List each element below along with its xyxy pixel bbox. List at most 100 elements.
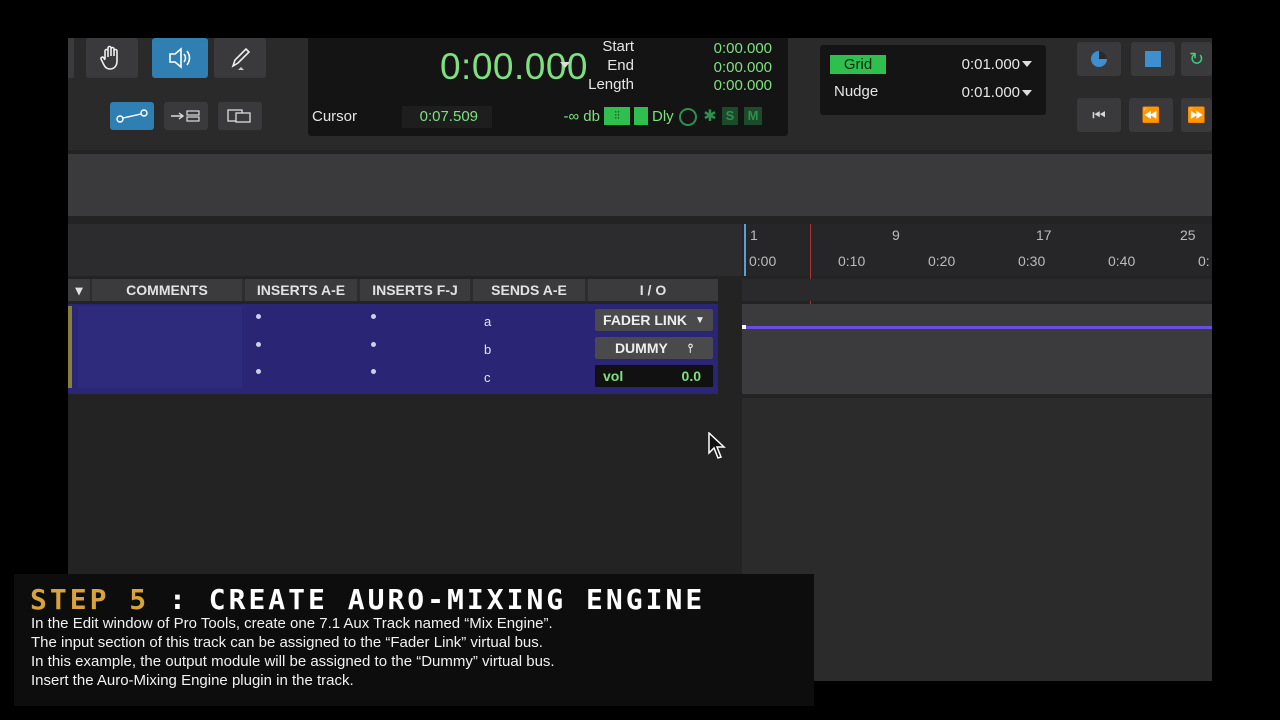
- nudge-value[interactable]: 0:01.000: [950, 84, 1020, 101]
- level-readout: -∞ db: [563, 108, 600, 125]
- timeline-header-strip: [742, 279, 1212, 301]
- insert-slot-g[interactable]: [371, 342, 376, 347]
- solo-button[interactable]: S: [722, 107, 738, 125]
- insert-slot-f[interactable]: [371, 314, 376, 319]
- insert-slot-h[interactable]: [371, 369, 376, 374]
- fast-forward-icon: ⏩: [1187, 107, 1206, 124]
- mute-button[interactable]: M: [744, 107, 762, 125]
- step-heading: STEP 5 : CREATE AURO-MIXING ENGINE: [30, 583, 705, 616]
- time-label: 0:30: [1018, 253, 1046, 269]
- chevron-down-icon: ▼: [695, 314, 705, 326]
- vol-label: vol: [603, 368, 624, 384]
- insertion-follows-playback-button[interactable]: [164, 102, 208, 130]
- window-icon: [227, 109, 251, 123]
- automation-breakpoint[interactable]: [742, 325, 746, 329]
- vol-value: 0.0: [681, 368, 701, 384]
- bar-label: 25: [1180, 227, 1196, 243]
- inserts-a-e-header[interactable]: INSERTS A-E: [245, 279, 357, 301]
- bar-label: 9: [892, 227, 900, 243]
- return-to-zero-button[interactable]: ⏮: [1077, 98, 1121, 132]
- inserts-f-j-header[interactable]: INSERTS F-J: [360, 279, 470, 301]
- output-link-icon: ⫯: [687, 340, 694, 355]
- grid-nudge-panel: Grid 0:01.000 Nudge 0:01.000: [820, 45, 1046, 115]
- step-caption-overlay: STEP 5 : CREATE AURO-MIXING ENGINE In th…: [14, 574, 814, 706]
- cursor-value: 0:07.509: [419, 108, 478, 125]
- audition-tool-button[interactable]: [152, 38, 208, 78]
- end-label: End: [607, 57, 634, 74]
- start-value[interactable]: 0:00.000: [688, 40, 772, 57]
- grid-button[interactable]: Grid: [830, 55, 886, 74]
- mouse-pointer-icon: [708, 432, 726, 459]
- track-playlist-area[interactable]: [742, 304, 1212, 394]
- fast-forward-button[interactable]: ⏩: [1181, 98, 1212, 132]
- hand-icon: [100, 45, 118, 70]
- time-label: 0:40: [1108, 253, 1136, 269]
- tool-edge: [68, 38, 74, 78]
- stop-icon: [1145, 51, 1161, 67]
- timeline-ruler[interactable]: 1 9 17 25 0:00 0:10 0:20 0:30 0:40 0:: [742, 224, 1212, 312]
- cursor-label: Cursor: [312, 108, 358, 125]
- return-to-zero-icon: ⏮: [1092, 106, 1106, 124]
- delay-comp-label[interactable]: Dly: [652, 108, 674, 125]
- main-counter-panel: 0:00.000 Start End Length 0:00.000 0:00.…: [308, 38, 788, 136]
- step-description-line: Insert the Auro-Mixing Engine plugin in …: [31, 672, 354, 689]
- volume-readout[interactable]: vol 0.0: [595, 365, 713, 387]
- end-value[interactable]: 0:00.000: [688, 59, 772, 76]
- nudge-dropdown-icon[interactable]: [1022, 90, 1032, 96]
- input-label: FADER LINK: [603, 312, 688, 328]
- playhead-marker[interactable]: [744, 224, 746, 276]
- counter-dropdown-icon[interactable]: [560, 62, 570, 68]
- note-icon[interactable]: [634, 107, 648, 125]
- metronome-icon[interactable]: [679, 108, 697, 126]
- loop-icon: ↻: [1188, 48, 1205, 69]
- io-header[interactable]: I / O: [588, 279, 718, 301]
- rulers-band: [68, 154, 1212, 216]
- comments-cell[interactable]: [78, 306, 242, 388]
- output-label: DUMMY: [614, 340, 668, 356]
- link-timeline-button[interactable]: [110, 102, 154, 130]
- step-title: CREATE AURO-MIXING ENGINE: [208, 583, 706, 616]
- insert-slot-b[interactable]: [256, 342, 261, 347]
- grid-dropdown-icon[interactable]: [1022, 61, 1032, 67]
- midi-merge-icon[interactable]: ⫶⫶: [604, 107, 630, 125]
- send-slot-a[interactable]: a: [484, 314, 491, 329]
- bar-label: 1: [750, 227, 758, 243]
- insert-slot-a[interactable]: [256, 314, 261, 319]
- ruler-left-area: [68, 224, 742, 276]
- insert-icon: [171, 110, 200, 122]
- step-separator: :: [169, 583, 189, 616]
- column-menu-icon[interactable]: ▾: [68, 279, 90, 301]
- insert-slot-c[interactable]: [256, 369, 261, 374]
- online-button[interactable]: [1077, 42, 1121, 76]
- time-label: 0:00: [749, 253, 777, 269]
- send-slot-c[interactable]: c: [484, 370, 491, 385]
- time-label: 0:20: [928, 253, 956, 269]
- rewind-icon: ⏪: [1141, 107, 1161, 124]
- bar-label: 17: [1036, 227, 1052, 243]
- input-selector[interactable]: FADER LINK ▼: [595, 309, 713, 331]
- stop-button[interactable]: [1131, 42, 1175, 76]
- grabber-tool-button[interactable]: [86, 38, 138, 78]
- sends-a-e-header[interactable]: SENDS A-E: [473, 279, 585, 301]
- comments-header[interactable]: COMMENTS: [92, 279, 242, 301]
- loop-button[interactable]: ↻: [1181, 42, 1212, 76]
- pencil-tool-button[interactable]: [214, 38, 266, 78]
- volume-automation-line[interactable]: [742, 326, 1212, 329]
- step-description-line: The input section of this track can be a…: [31, 634, 543, 651]
- length-label: Length: [588, 76, 634, 93]
- zoom-toggle-button[interactable]: [218, 102, 262, 130]
- send-slot-b[interactable]: b: [484, 342, 491, 357]
- step-number: STEP 5: [30, 583, 150, 616]
- nudge-label[interactable]: Nudge: [834, 83, 878, 100]
- output-selector[interactable]: DUMMY ⫯: [595, 337, 713, 359]
- grid-value[interactable]: 0:01.000: [950, 56, 1020, 73]
- asterisk-icon[interactable]: ✱: [701, 106, 719, 125]
- time-label: 0:10: [838, 253, 866, 269]
- track-color-bar: [68, 306, 72, 388]
- pencil-icon: [231, 47, 251, 70]
- online-icon: [1091, 51, 1107, 67]
- length-value[interactable]: 0:00.000: [688, 77, 772, 94]
- mix-engine-track[interactable]: a b c FADER LINK ▼ DUMMY ⫯ vol 0.0: [68, 304, 718, 394]
- speaker-icon: [169, 47, 191, 69]
- rewind-button[interactable]: ⏪: [1129, 98, 1173, 132]
